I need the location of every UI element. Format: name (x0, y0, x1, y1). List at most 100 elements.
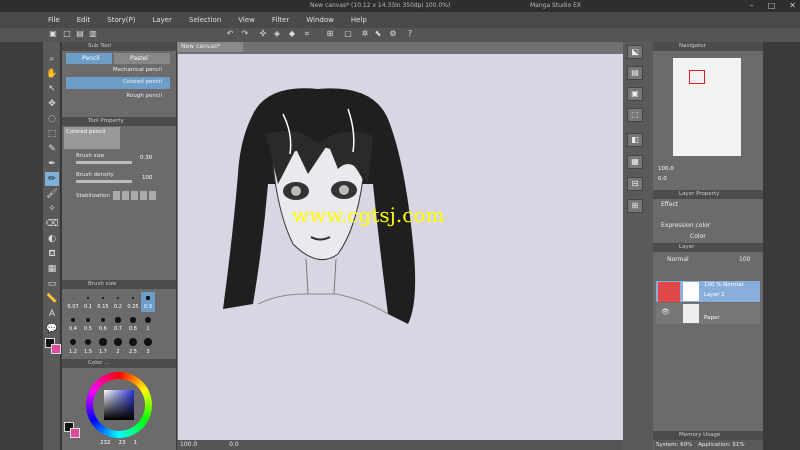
color-sat-value[interactable]: 23 (119, 440, 126, 446)
brush-size-cell[interactable]: 0.4 (66, 314, 80, 334)
brush-size-cell[interactable]: 0.3 (141, 292, 155, 312)
balloon-icon[interactable]: 💬 (45, 322, 59, 336)
brush-size-cell[interactable]: 0.6 (96, 314, 110, 334)
side-btn-8-icon[interactable]: ⊞ (627, 199, 643, 213)
sub-tool-mechanical-pencil[interactable]: Mechanical pencil (66, 65, 170, 75)
menu-selection[interactable]: Selection (189, 16, 221, 24)
side-btn-2-icon[interactable]: ▤ (627, 66, 643, 80)
pencil-icon[interactable]: ✏ (45, 172, 59, 186)
canvas-rotation-value[interactable]: 0.0 (229, 441, 239, 448)
fill-tool-icon[interactable]: ⛾ (45, 247, 59, 261)
tab-new-canvas[interactable]: New canvas* (177, 42, 243, 52)
side-btn-3-icon[interactable]: ▣ (627, 87, 643, 101)
drawing-canvas[interactable] (178, 54, 646, 440)
menu-edit[interactable]: Edit (77, 16, 91, 24)
color-sub-swatch[interactable] (70, 428, 80, 438)
open-icon[interactable]: ▤ (75, 29, 85, 39)
brush-size-value[interactable]: 0.30 (140, 155, 152, 161)
operation-icon[interactable]: ↖ (45, 82, 59, 96)
close-button[interactable]: ✕ (789, 1, 796, 10)
save-icon[interactable]: ▥ (88, 29, 98, 39)
bucket-icon[interactable]: ◆ (287, 29, 297, 39)
tab-pastel[interactable]: Pastel (114, 53, 170, 64)
maximize-button[interactable]: □ (768, 1, 776, 10)
navigator-rotation-value[interactable]: 0.0 (658, 176, 667, 182)
brush-size-cell[interactable]: 1.2 (66, 336, 80, 356)
navigator-preview[interactable] (673, 58, 741, 156)
gradient-icon[interactable]: ▦ (45, 262, 59, 276)
canvas-zoom-value[interactable]: 100.0 (180, 441, 197, 448)
gear-icon[interactable]: ✲ (360, 29, 370, 39)
brush-size-cell[interactable]: 3 (141, 336, 155, 356)
brush-size-cell[interactable]: 2.5 (126, 336, 140, 356)
menu-story[interactable]: Story(P) (107, 16, 135, 24)
brush-density-value[interactable]: 100 (142, 175, 153, 181)
menu-filter[interactable]: Filter (272, 16, 289, 24)
brush-size-cell[interactable]: 0.07 (66, 292, 80, 312)
layer-opacity[interactable]: 100 (739, 256, 750, 263)
menu-help[interactable]: Help (351, 16, 367, 24)
minimize-button[interactable]: – (750, 1, 754, 10)
brush-density-slider[interactable] (76, 180, 132, 183)
frame-icon[interactable]: ▢ (343, 29, 353, 39)
figure-icon[interactable]: ▭ (45, 277, 59, 291)
new-icon[interactable]: □ (62, 29, 72, 39)
app-icon[interactable]: ▣ (48, 29, 58, 39)
fill-icon[interactable]: ◈ (272, 29, 282, 39)
brush-size-cell[interactable]: 0.25 (126, 292, 140, 312)
brush-size-cell[interactable]: 0.15 (96, 292, 110, 312)
hand-icon[interactable]: ✋ (45, 67, 59, 81)
eraser-icon[interactable]: ⌫ (45, 217, 59, 231)
paper-eye-icon[interactable]: 👁 (661, 308, 670, 316)
eyedropper-icon[interactable]: ✎ (45, 142, 59, 156)
expression-color-value[interactable]: Color (690, 233, 706, 240)
brush-size-cell[interactable]: 1 (141, 314, 155, 334)
brush-size-cell[interactable]: 1.5 (81, 336, 95, 356)
selection-icon[interactable]: ⬚ (45, 127, 59, 141)
redo-icon[interactable]: ↷ (240, 29, 250, 39)
sub-tool-colored-pencil[interactable]: Colored pencil (66, 77, 170, 89)
menu-file[interactable]: File (48, 16, 60, 24)
menu-layer[interactable]: Layer (152, 16, 172, 24)
side-btn-1-icon[interactable]: ⬕ (627, 45, 643, 59)
move-layer-icon[interactable]: ✥ (45, 97, 59, 111)
brush-size-cell[interactable]: 0.7 (111, 314, 125, 334)
help-icon[interactable]: ? (405, 29, 415, 39)
stabilization-control[interactable] (113, 191, 157, 200)
color-square[interactable] (104, 390, 134, 420)
crop-icon[interactable]: ⌗ (302, 29, 312, 39)
brush-size-cell[interactable]: 1.7 (96, 336, 110, 356)
undo-icon[interactable]: ↶ (225, 29, 235, 39)
navigator-zoom-value[interactable]: 100.0 (658, 166, 674, 172)
airbrush-icon[interactable]: ✧ (45, 202, 59, 216)
deselect-icon[interactable]: ✣ (258, 29, 268, 39)
brush-size-slider[interactable] (76, 161, 132, 164)
settings-icon[interactable]: ⚙ (388, 29, 398, 39)
navigator-view-rect[interactable] (689, 70, 705, 84)
pen-icon[interactable]: ✒ (45, 157, 59, 171)
transform-icon[interactable]: ⊞ (325, 29, 335, 39)
brush-size-cell[interactable]: 2 (111, 336, 125, 356)
side-btn-5-icon[interactable]: ◧ (627, 133, 643, 147)
brush-icon[interactable]: 🖌 (45, 187, 59, 201)
side-btn-7-icon[interactable]: ⊟ (627, 177, 643, 191)
color-val-value[interactable]: 1 (134, 440, 138, 446)
pointer-icon[interactable]: ⬉ (373, 29, 383, 39)
brush-size-cell[interactable]: 0.2 (111, 292, 125, 312)
menu-window[interactable]: Window (306, 16, 334, 24)
layer-blend-mode[interactable]: Normal (667, 256, 689, 263)
magnifier-icon[interactable]: ⌕ (45, 52, 59, 66)
brush-size-cell[interactable]: 0.8 (126, 314, 140, 334)
sub-color-swatch[interactable] (51, 344, 61, 354)
sub-tool-rough-pencil[interactable]: Rough pencil (66, 91, 170, 101)
brush-size-cell[interactable]: 0.1 (81, 292, 95, 312)
color-hue-value[interactable]: 232 (100, 440, 111, 446)
lasso-icon[interactable]: ◌ (45, 112, 59, 126)
side-btn-6-icon[interactable]: ▦ (627, 155, 643, 169)
menu-view[interactable]: View (238, 16, 255, 24)
tab-pencil[interactable]: Pencil (66, 53, 112, 64)
ruler-icon[interactable]: 📏 (45, 292, 59, 306)
blend-icon[interactable]: ◐ (45, 232, 59, 246)
text-icon[interactable]: A (45, 307, 59, 321)
brush-size-cell[interactable]: 0.5 (81, 314, 95, 334)
